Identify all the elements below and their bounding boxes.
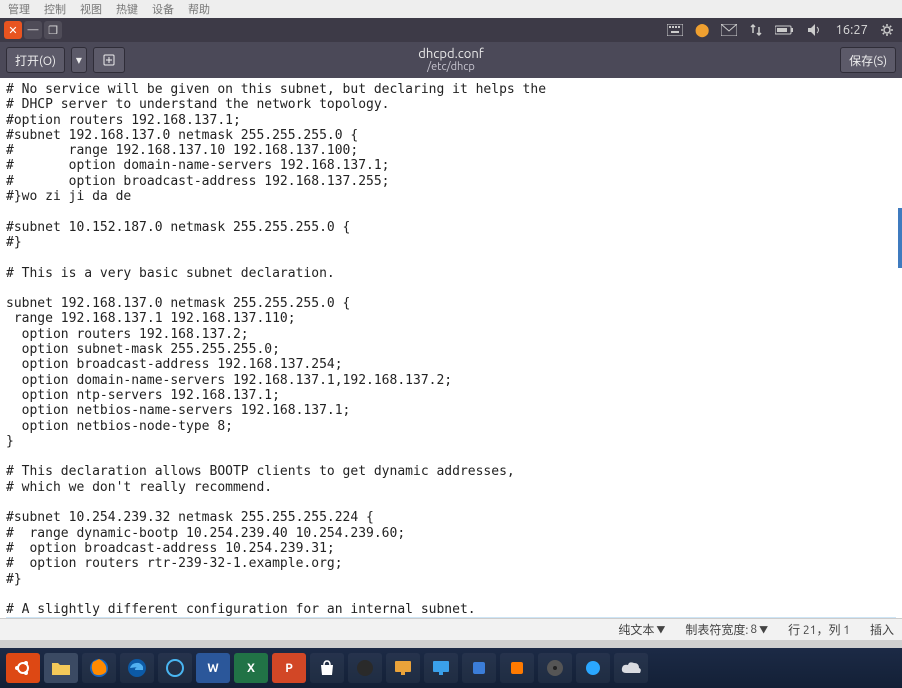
tab-width-value: 8 <box>750 623 757 636</box>
keyboard-indicator-icon[interactable] <box>667 24 683 36</box>
cursor-position: 行 21，列 1 <box>788 621 850 638</box>
disc-icon[interactable] <box>538 653 572 683</box>
insert-mode-label: 插入 <box>870 621 894 638</box>
store-icon[interactable] <box>310 653 344 683</box>
volume-indicator-icon[interactable] <box>807 23 823 37</box>
unity-top-panel: ✕ — ❐ ⬤ 16:27 <box>0 18 902 42</box>
excel-icon[interactable]: X <box>234 653 268 683</box>
host-menu-item[interactable]: 设备 <box>152 1 174 17</box>
word-icon[interactable]: W <box>196 653 230 683</box>
clock-indicator[interactable]: 16:27 <box>835 23 868 37</box>
host-menu-item[interactable]: 热键 <box>116 1 138 17</box>
gedit-statusbar: 纯文本 ▼ 制表符宽度: 8 ▼ 行 21，列 1 插入 <box>0 618 902 640</box>
gear-indicator-icon[interactable] <box>880 23 894 37</box>
window-maximize-button[interactable]: ❐ <box>44 21 62 39</box>
battery-indicator-icon[interactable] <box>775 24 795 36</box>
new-tab-icon <box>102 53 116 67</box>
host-menu-item[interactable]: 帮助 <box>188 1 210 17</box>
host-menu-bar: 管理 控制 视图 热键 设备 帮助 <box>0 0 902 18</box>
cortana-icon[interactable] <box>158 653 192 683</box>
save-button[interactable]: 保存(S) <box>840 47 896 73</box>
folder-icon[interactable] <box>44 653 78 683</box>
network-indicator-icon[interactable] <box>749 23 763 37</box>
circle-app-icon[interactable] <box>348 653 382 683</box>
orange-app-icon[interactable] <box>500 653 534 683</box>
insert-mode-indicator[interactable]: 插入 <box>870 621 894 638</box>
scroll-marker <box>898 208 902 268</box>
open-button[interactable]: 打开(O) <box>6 47 65 73</box>
host-menu-item[interactable]: 控制 <box>44 1 66 17</box>
host-menu-item[interactable]: 管理 <box>8 1 30 17</box>
edge-icon[interactable] <box>120 653 154 683</box>
open-recent-dropdown[interactable]: ▾ <box>71 47 87 73</box>
display-app-icon[interactable] <box>424 653 458 683</box>
blue-dot-icon[interactable] <box>576 653 610 683</box>
document-title-block: dhcpd.conf /etc/dhcp <box>0 47 902 73</box>
editor-viewport: # No service will be given on this subne… <box>0 78 902 618</box>
tool-icon[interactable] <box>462 653 496 683</box>
tab-width-label: 制表符宽度: <box>685 621 748 638</box>
firefox-icon[interactable] <box>82 653 116 683</box>
chevron-down-icon: ▼ <box>656 623 665 636</box>
document-title: dhcpd.conf <box>0 47 902 61</box>
window-close-button[interactable]: ✕ <box>4 21 22 39</box>
gedit-headerbar: 打开(O) ▾ dhcpd.conf /etc/dhcp 保存(S) <box>0 42 902 78</box>
ubuntu-icon[interactable] <box>6 653 40 683</box>
chevron-down-icon: ▼ <box>759 623 768 636</box>
host-menu-item[interactable]: 视图 <box>80 1 102 17</box>
amazon-indicator-icon[interactable]: ⬤ <box>695 23 710 38</box>
monitor-icon[interactable] <box>386 653 420 683</box>
tab-width-selector[interactable]: 制表符宽度: 8 ▼ <box>685 621 768 638</box>
powerpoint-icon[interactable]: P <box>272 653 306 683</box>
editor-text-area[interactable]: # No service will be given on this subne… <box>0 78 902 618</box>
cloud-app-icon[interactable] <box>614 653 648 683</box>
new-tab-button[interactable] <box>93 47 125 73</box>
syntax-mode-selector[interactable]: 纯文本 ▼ <box>618 621 665 638</box>
cursor-position-label: 行 21，列 1 <box>788 621 850 638</box>
mail-indicator-icon[interactable] <box>721 24 737 36</box>
windows-taskbar: W X P <box>0 648 902 688</box>
syntax-mode-label: 纯文本 <box>618 621 654 638</box>
document-path: /etc/dhcp <box>0 61 902 73</box>
horizontal-scrollbar[interactable] <box>0 640 902 648</box>
window-minimize-button[interactable]: — <box>24 21 42 39</box>
